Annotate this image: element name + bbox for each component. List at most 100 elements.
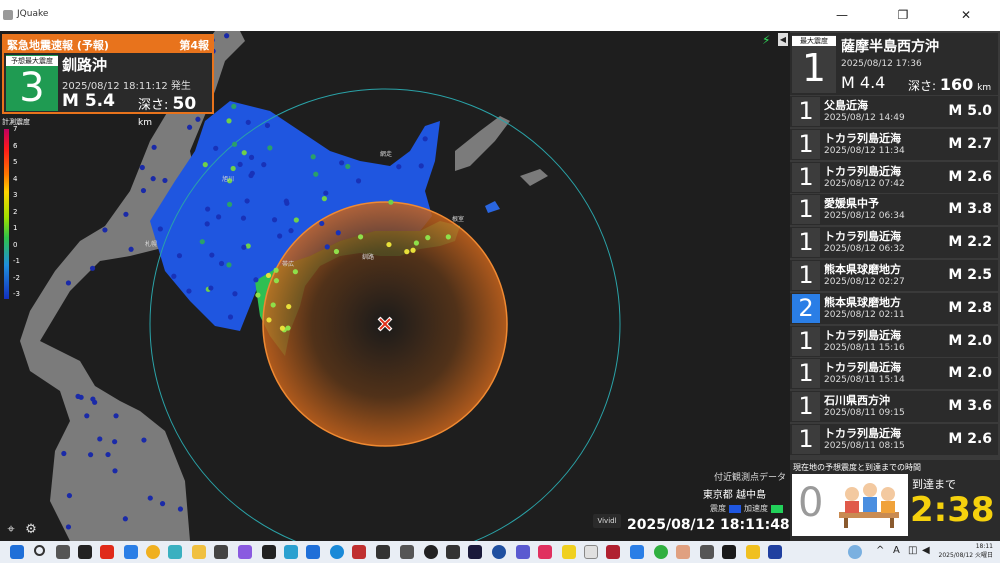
- history-item[interactable]: 1 トカラ列島近海 2025/08/12 07:42 M 2.6: [790, 161, 998, 193]
- app-icon[interactable]: [376, 545, 390, 559]
- history-intensity: 1: [792, 129, 820, 159]
- app-icon[interactable]: [78, 545, 92, 559]
- history-item[interactable]: 1 トカラ列島近海 2025/08/11 15:14 M 2.0: [790, 358, 998, 390]
- app-icon[interactable]: [768, 545, 782, 559]
- history-intensity: 1: [792, 392, 820, 422]
- app-icon[interactable]: [538, 545, 552, 559]
- app-icon[interactable]: [700, 545, 714, 559]
- app-icon[interactable]: [722, 545, 736, 559]
- history-place: 熊本県球磨地方: [824, 262, 901, 276]
- history-item[interactable]: 1 トカラ列島近海 2025/08/12 06:32 M 2.2: [790, 227, 998, 259]
- history-item[interactable]: 1 石川県西方沖 2025/08/11 09:15 M 3.6: [790, 391, 998, 423]
- latest-time: 2025/08/12 17:36: [841, 59, 922, 69]
- station-dot: [264, 122, 271, 129]
- station-dot: [140, 187, 147, 194]
- start-icon[interactable]: [10, 545, 24, 559]
- station-dot: [284, 200, 290, 206]
- app-icon[interactable]: [584, 545, 598, 559]
- history-item[interactable]: 1 愛媛県中予 2025/08/12 06:34 M 3.8: [790, 194, 998, 226]
- task-view-icon[interactable]: [56, 545, 70, 559]
- station-dot: [267, 145, 273, 151]
- youtube-icon[interactable]: [100, 545, 114, 559]
- app-icon[interactable]: [284, 545, 298, 559]
- station-dot: [240, 215, 247, 221]
- station-dot: [241, 244, 247, 250]
- app-icon[interactable]: [424, 545, 438, 559]
- legend-tick: 6: [13, 141, 18, 150]
- locate-icon[interactable]: ⌖: [4, 523, 18, 537]
- eew-report-number: 第4報: [179, 39, 209, 52]
- history-place: トカラ列島近海: [824, 164, 901, 178]
- history-magnitude: M 2.0: [948, 332, 992, 349]
- warning-icon[interactable]: [746, 545, 760, 559]
- history-item[interactable]: 1 父島近海 2025/08/12 14:49 M 5.0: [790, 96, 998, 127]
- chrome-icon[interactable]: [146, 545, 160, 559]
- minimize-button[interactable]: —: [828, 5, 856, 25]
- ime-indicator[interactable]: A: [893, 545, 900, 556]
- tray-chevron-icon[interactable]: ^: [876, 545, 884, 556]
- station-dot: [413, 240, 419, 246]
- outlook-icon[interactable]: [306, 545, 320, 559]
- latest-intensity-label: 最大震度: [792, 36, 836, 46]
- app-icon[interactable]: [262, 545, 276, 559]
- station-dot: [123, 211, 129, 217]
- app-icon[interactable]: [630, 545, 644, 559]
- history-item[interactable]: 2 熊本県球磨地方 2025/08/12 02:11 M 2.8: [790, 292, 998, 324]
- station-dot: [355, 178, 362, 184]
- teams-icon[interactable]: [516, 545, 530, 559]
- vividl-button[interactable]: Vividl: [593, 514, 621, 528]
- app-icon[interactable]: [654, 545, 668, 559]
- search-icon[interactable]: [34, 545, 45, 556]
- history-item[interactable]: 1 トカラ列島近海 2025/08/11 08:15 M 2.6: [790, 423, 998, 455]
- station-dot: [321, 196, 327, 202]
- history-place: トカラ列島近海: [824, 328, 901, 342]
- station-dot: [261, 162, 267, 168]
- station-dot: [396, 164, 402, 170]
- station-dot: [213, 145, 219, 151]
- latest-earthquake[interactable]: 最大震度 1 薩摩半島西方沖 2025/08/12 17:36 M 4.4 深さ…: [790, 33, 998, 95]
- app-icon[interactable]: [330, 545, 344, 559]
- station-dot: [248, 154, 255, 160]
- history-item[interactable]: 1 熊本県球磨地方 2025/08/12 02:27 M 2.5: [790, 259, 998, 291]
- app-icon[interactable]: [468, 545, 482, 559]
- station-dot: [66, 492, 73, 499]
- restore-button[interactable]: ❐: [889, 5, 917, 25]
- app-icon[interactable]: [168, 545, 182, 559]
- lightning-icon[interactable]: ⚡: [762, 33, 770, 47]
- app-icon[interactable]: [124, 545, 138, 559]
- volume-icon[interactable]: ◀: [922, 545, 930, 556]
- station-dot: [277, 233, 283, 239]
- station-dot: [241, 150, 247, 156]
- history-item[interactable]: 1 トカラ列島近海 2025/08/11 15:16 M 2.0: [790, 325, 998, 357]
- app-icon[interactable]: [214, 545, 228, 559]
- folder-icon[interactable]: [192, 545, 206, 559]
- app-icon[interactable]: [352, 545, 366, 559]
- local-intensity: 0: [798, 480, 824, 526]
- station-dot: [422, 136, 428, 142]
- app-icon[interactable]: [562, 545, 576, 559]
- station-dot: [186, 288, 192, 294]
- app-icon[interactable]: [676, 545, 690, 559]
- close-button[interactable]: ✕: [952, 5, 980, 25]
- weather-icon[interactable]: [848, 545, 862, 559]
- station-dot: [288, 228, 294, 234]
- history-item[interactable]: 1 トカラ列島近海 2025/08/12 11:34 M 2.7: [790, 128, 998, 160]
- app-icon[interactable]: [606, 545, 620, 559]
- arrival-panel: 現在地の予想震度と到達までの時間 0 到達まで 2:38: [790, 460, 1000, 541]
- station-dot: [122, 516, 128, 522]
- app-icon[interactable]: [492, 545, 506, 559]
- taskbar-clock[interactable]: 18:11 2025/08/12 火曜日: [937, 543, 994, 559]
- title-bar: JQuake — ❐ ✕: [0, 0, 1000, 31]
- taskbar: ^ A ◫ ◀ 18:11 2025/08/12 火曜日: [0, 541, 1000, 563]
- app-icon[interactable]: [238, 545, 252, 559]
- map-label: 網走: [380, 150, 392, 158]
- gear-icon[interactable]: ⚙: [24, 523, 38, 537]
- station-dot: [97, 436, 103, 442]
- station-dot: [271, 217, 278, 223]
- app-icon[interactable]: [446, 545, 460, 559]
- legend-tick: 4: [13, 174, 18, 183]
- app-icon[interactable]: [400, 545, 414, 559]
- history-time: 2025/08/11 15:16: [824, 342, 905, 353]
- collapse-panel-icon[interactable]: ◀: [778, 33, 788, 46]
- network-icon[interactable]: ◫: [908, 545, 917, 556]
